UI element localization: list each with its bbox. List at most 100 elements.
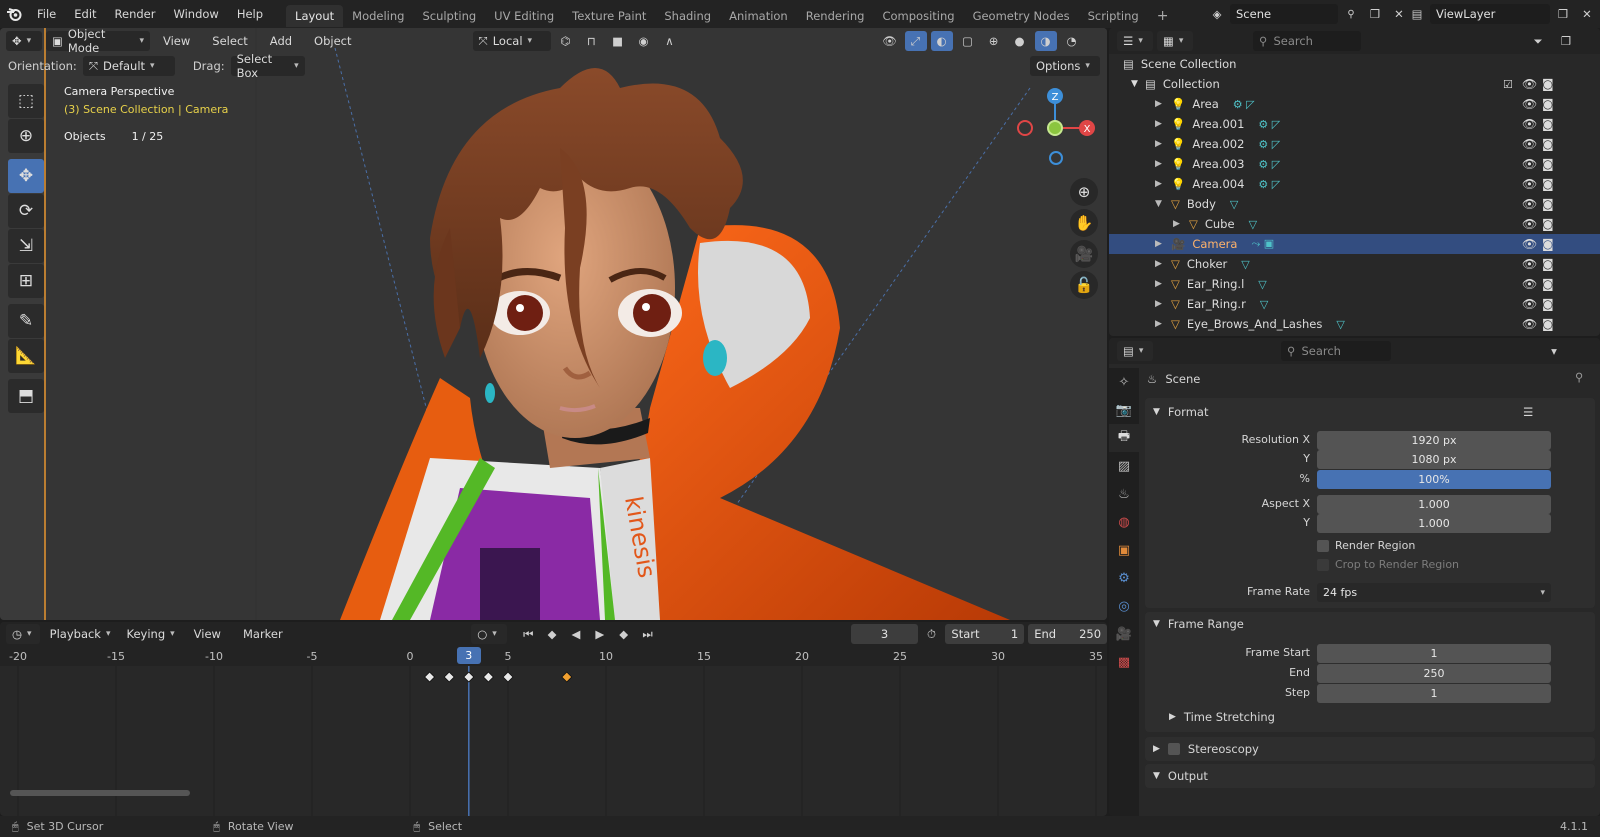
checkbox-icon[interactable]: ☑ [1503, 78, 1513, 91]
snap-icon[interactable]: ⊓ [581, 31, 603, 51]
outliner-item-label[interactable]: Area.002 [1192, 137, 1244, 151]
camera-render-icon[interactable]: ◙ [1542, 257, 1554, 271]
outliner-row-choker[interactable]: ▶ ▽ Choker ▽ 👁 ◙ [1109, 254, 1600, 274]
tab-texture-paint[interactable]: Texture Paint [563, 5, 655, 27]
frame-range-header[interactable]: ▼ Frame Range [1153, 614, 1244, 634]
camera-data-icon[interactable]: ⤳ ▣ [1251, 237, 1274, 251]
chevron-right-icon[interactable]: ▶ [1155, 139, 1171, 149]
pin-icon[interactable]: ⚲ [1575, 370, 1583, 384]
measure-tool-icon[interactable]: 📐 [8, 339, 44, 373]
eye-icon[interactable]: 👁 [1522, 257, 1537, 271]
resolution-percent-slider[interactable]: 100% [1317, 470, 1551, 489]
scale-tool-icon[interactable]: ⇲ [8, 229, 44, 263]
eye-icon[interactable]: 👁 [1522, 217, 1537, 231]
outliner-row-body[interactable]: ▼ ▽ Body ▽ 👁 ◙ [1109, 194, 1600, 214]
resolution-x-field[interactable]: 1920 px [1317, 431, 1551, 450]
timeline-menu-marker[interactable]: Marker [234, 622, 292, 646]
render-tab-icon[interactable]: 📷 [1109, 396, 1139, 424]
pin-icon[interactable]: ⚲ [1340, 4, 1362, 24]
tab-shading[interactable]: Shading [655, 5, 720, 27]
start-frame-field[interactable]: Start 1 [945, 624, 1025, 644]
properties-search[interactable]: ⚲ Search [1281, 341, 1391, 361]
outliner-row-camera[interactable]: ▶ 🎥 Camera ⤳ ▣ 👁 ◙ [1109, 234, 1600, 254]
keyframe[interactable] [482, 671, 494, 683]
scene-icon[interactable]: ◈ [1206, 4, 1228, 24]
jump-end-icon[interactable]: ⏭ [638, 624, 658, 644]
chevron-right-icon[interactable]: ▶ [1155, 259, 1171, 269]
eye-icon[interactable]: 👁 [1522, 97, 1537, 111]
navigation-gizmo[interactable]: Z X [1015, 86, 1103, 174]
auto-keying-icon[interactable]: ○ ▾ [471, 624, 507, 644]
zoom-icon[interactable]: ⊕ [1070, 178, 1098, 206]
texture-tab-icon[interactable]: ▩ [1109, 648, 1139, 676]
mesh-data-icon[interactable]: ▽ [1249, 218, 1257, 231]
scene-name-field[interactable]: Scene [1230, 4, 1338, 24]
frame-end-field[interactable]: 250 [1317, 664, 1551, 683]
menu-help[interactable]: Help [228, 0, 272, 28]
timeline-editor-type-icon[interactable]: ◷ ▾ [6, 624, 40, 644]
outliner-item-label[interactable]: Area [1192, 97, 1218, 111]
chevron-down-icon[interactable]: ▼ [1131, 79, 1145, 89]
tab-layout[interactable]: Layout [286, 5, 344, 27]
outliner-row-ear-ring-r[interactable]: ▶ ▽ Ear_Ring.r ▽ 👁 ◙ [1109, 294, 1600, 314]
chevron-right-icon[interactable]: ▶ [1155, 119, 1171, 129]
mesh-data-icon[interactable]: ▽ [1336, 318, 1344, 331]
prev-keyframe-icon[interactable]: ◆ [542, 624, 562, 644]
wireframe-shading-icon[interactable]: ⊕ [983, 31, 1005, 51]
view-layer-icon[interactable]: ▤ [1406, 4, 1428, 24]
outliner-item-label[interactable]: Area.001 [1192, 117, 1244, 131]
chevron-right-icon[interactable]: ▶ [1155, 319, 1171, 329]
pan-hand-icon[interactable]: ✋ [1070, 209, 1098, 237]
menu-select[interactable]: Select [203, 28, 256, 54]
object-data-tab-icon[interactable]: 🎥 [1109, 620, 1139, 648]
eye-icon[interactable]: 👁 [1522, 137, 1537, 151]
keyframe-selected[interactable] [561, 671, 573, 683]
chevron-right-icon[interactable]: ▶ [1155, 299, 1171, 309]
outliner-row-area-001[interactable]: ▶ 💡 Area.001 ⚙ ◸ 👁 ◙ [1109, 114, 1600, 134]
outliner-item-label[interactable]: Ear_Ring.l [1187, 277, 1244, 291]
chevron-right-icon[interactable]: ▶ [1155, 99, 1171, 109]
chevron-down-icon[interactable]: ▼ [1155, 199, 1171, 209]
transform-orientation-selector[interactable]: ⤧ Local ▾ [472, 31, 551, 51]
eye-icon[interactable]: 👁 [1522, 317, 1537, 331]
new-scene-icon[interactable]: ❐ [1364, 4, 1386, 24]
stereoscopy-panel[interactable]: ▶ Stereoscopy [1145, 737, 1595, 761]
overlay-icon[interactable]: ◐ [930, 31, 953, 51]
visibility-icon[interactable]: 👁 [879, 31, 901, 51]
eye-icon[interactable]: 👁 [1522, 117, 1537, 131]
chevron-right-icon[interactable]: ▶ [1173, 219, 1189, 229]
presets-list-icon[interactable]: ☰ [1523, 405, 1533, 419]
mesh-data-icon[interactable]: ▽ [1260, 298, 1268, 311]
frame-step-field[interactable]: 1 [1317, 684, 1551, 703]
outliner-item-label[interactable]: Cube [1205, 217, 1235, 231]
timeline-menu-view[interactable]: View [185, 622, 230, 646]
eye-icon[interactable]: 👁 [1522, 157, 1537, 171]
outliner-row-area-003[interactable]: ▶ 💡 Area.003 ⚙ ◸ 👁 ◙ [1109, 154, 1600, 174]
blender-logo-icon[interactable] [0, 0, 28, 28]
camera-render-icon[interactable]: ◙ [1542, 237, 1554, 251]
view-layer-field[interactable]: ViewLayer [1430, 4, 1550, 24]
tab-scripting[interactable]: Scripting [1079, 5, 1148, 27]
3d-viewport[interactable]: kinesis ✥▾ ▣ Object Mode ▾ View Select [0, 28, 1107, 620]
outliner-row-area-002[interactable]: ▶ 💡 Area.002 ⚙ ◸ 👁 ◙ [1109, 134, 1600, 154]
tool-tab-icon[interactable]: ✧ [1109, 368, 1139, 396]
mode-selector[interactable]: ▣ Object Mode ▾ [46, 28, 150, 55]
eye-icon[interactable]: 👁 [1522, 197, 1537, 211]
aspect-x-field[interactable]: 1.000 [1317, 495, 1551, 514]
camera-render-icon[interactable]: ◙ [1542, 137, 1554, 151]
tab-modeling[interactable]: Modeling [343, 5, 413, 27]
cursor-tool-icon[interactable]: ⊕ [8, 119, 44, 153]
next-keyframe-icon[interactable]: ◆ [614, 624, 634, 644]
outliner-row-area[interactable]: ▶ 💡 Area ⚙ ◸ 👁 ◙ [1109, 94, 1600, 114]
collection-row[interactable]: ▼ ▤ Collection ☑ 👁 ◙ [1109, 74, 1600, 94]
new-view-layer-icon[interactable]: ❐ [1552, 4, 1574, 24]
frame-start-field[interactable]: 1 [1317, 644, 1551, 663]
tab-uv-editing[interactable]: UV Editing [485, 5, 563, 27]
aspect-y-field[interactable]: 1.000 [1317, 514, 1551, 533]
move-tool-icon[interactable]: ✥ [8, 159, 44, 193]
camera-render-icon[interactable]: ◙ [1542, 117, 1554, 131]
menu-object[interactable]: Object [305, 28, 360, 54]
camera-render-icon[interactable]: ◙ [1542, 97, 1554, 111]
tab-animation[interactable]: Animation [720, 5, 797, 27]
transform-tool-icon[interactable]: ⊞ [8, 264, 44, 298]
